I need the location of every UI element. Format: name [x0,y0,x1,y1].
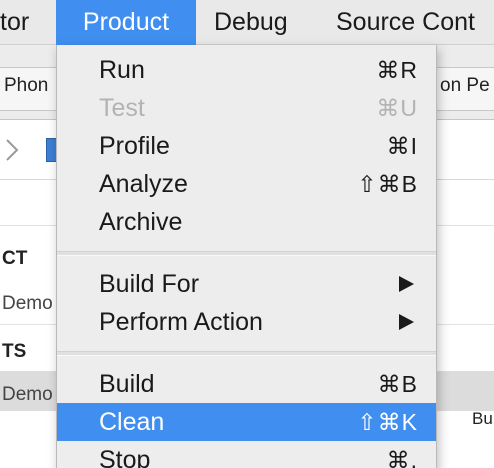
menu-item-shortcut: ⇧⌘B [357,171,418,197]
menu-item-analyze[interactable]: Analyze ⇧⌘B [57,165,436,203]
scheme-name-left[interactable]: Phon [4,75,48,97]
section-header-targets: TS [2,341,27,362]
menu-item-test: Test ⌘U [57,89,436,127]
menu-item-label: Build For [99,270,200,298]
menu-item-label: Build [99,370,155,398]
menu-item-label: Run [99,56,145,84]
menu-item-label: Perform Action [99,308,263,336]
menu-item-label: Analyze [99,170,188,198]
menubar-item-product[interactable]: Product [56,0,196,45]
menu-item-perform-action[interactable]: Perform Action [57,303,436,341]
menu-item-shortcut: ⌘. [386,447,418,468]
menu-item-archive[interactable]: Archive [57,203,436,241]
menu-item-shortcut: ⌘B [377,371,418,397]
menu-item-label: Test [99,94,145,122]
menu-bar: tor Product Debug Source Cont [0,0,494,45]
menubar-item-editor[interactable]: tor [0,0,29,45]
section-header-project: CT [2,248,28,269]
product-menu: Run ⌘R Test ⌘U Profile ⌘I Analyze ⇧⌘B Ar… [56,45,437,468]
chevron-right-icon[interactable] [4,137,20,163]
menu-item-shortcut: ⇧⌘K [357,409,418,435]
menu-item-run[interactable]: Run ⌘R [57,51,436,89]
menu-item-shortcut: ⌘U [376,95,418,121]
menubar-item-source-control[interactable]: Source Cont [336,0,475,45]
menu-item-profile[interactable]: Profile ⌘I [57,127,436,165]
menu-item-stop[interactable]: Stop ⌘. [57,441,436,468]
menu-item-build[interactable]: Build ⌘B [57,365,436,403]
menu-item-label: Clean [99,408,165,436]
menu-item-build-for[interactable]: Build For [57,265,436,303]
menu-item-clean[interactable]: Clean ⇧⌘K [57,403,436,441]
menu-item-label: Archive [99,208,183,236]
screen: Phon on Pe CT Demo TS Demo Bu tor Produc… [0,0,494,468]
menubar-item-debug[interactable]: Debug [214,0,288,45]
build-settings-label: Bu [472,409,493,428]
menu-item-label: Profile [99,132,170,160]
target-row-label[interactable]: Demo [2,384,53,406]
submenu-arrow-icon [399,276,414,292]
menu-item-shortcut: ⌘I [386,133,418,159]
submenu-arrow-icon [399,314,414,330]
scheme-name-right[interactable]: on Pe [440,75,490,97]
menu-item-shortcut: ⌘R [376,57,418,83]
menu-separator [57,351,436,356]
menu-separator [57,251,436,256]
project-row[interactable]: Demo [2,293,53,315]
menu-item-label: Stop [99,446,151,468]
